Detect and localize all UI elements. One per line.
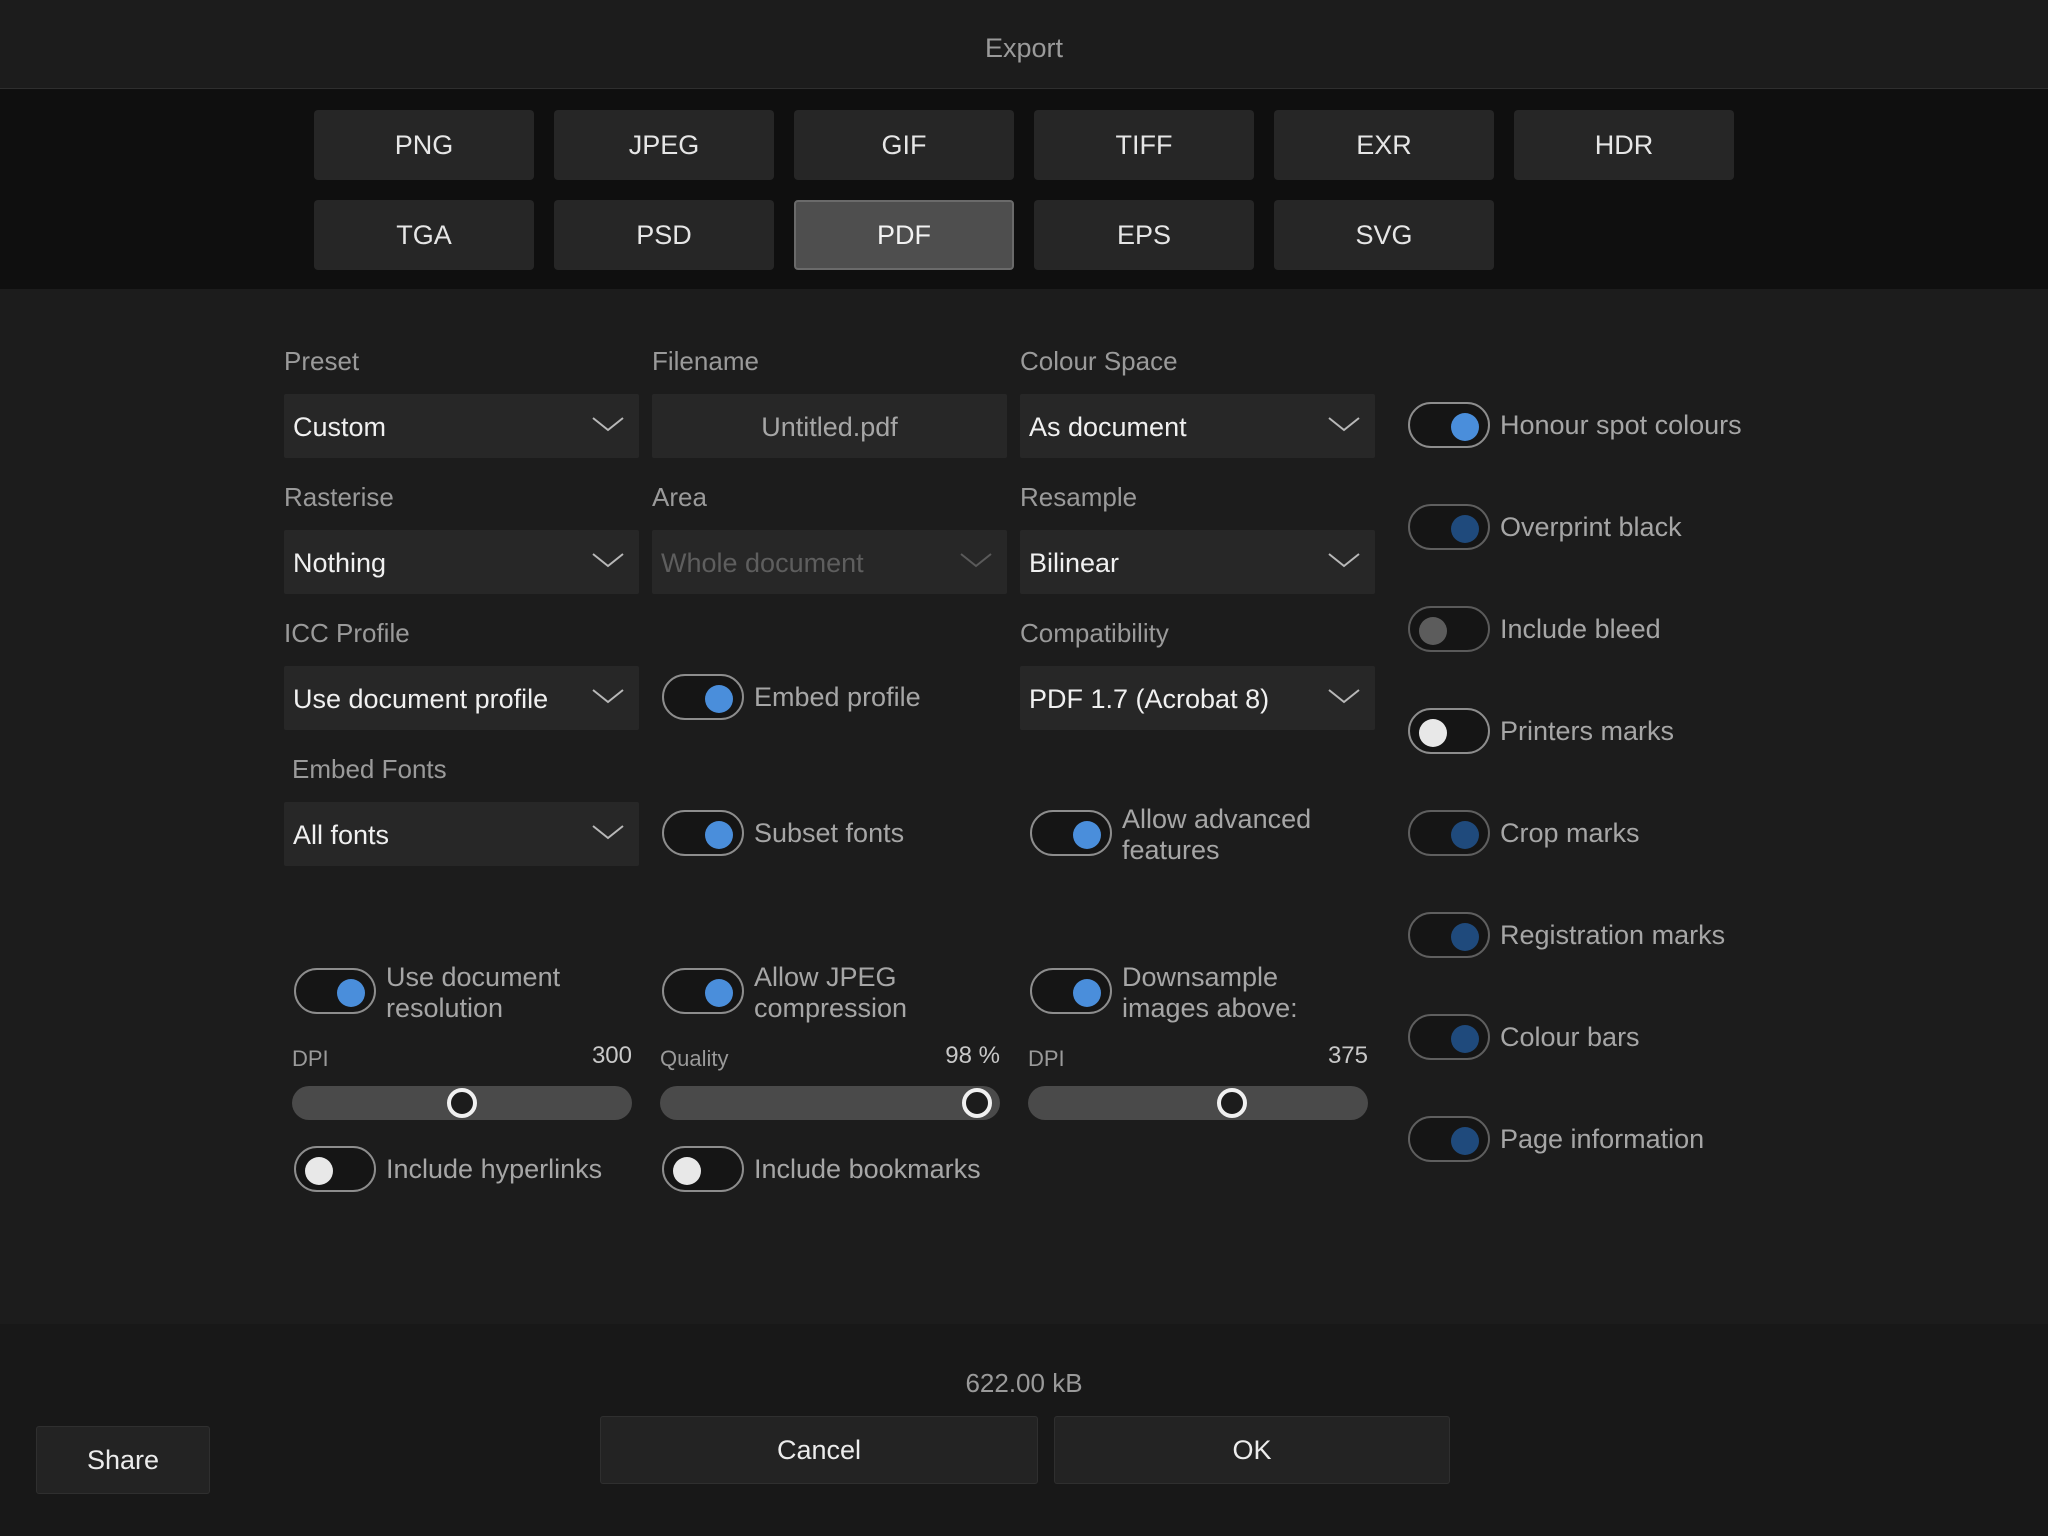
dialog-title: Export (984, 33, 1064, 63)
quality-value: 98 % (945, 1042, 1000, 1069)
overprint-black-toggle[interactable] (1408, 504, 1490, 550)
embed-fonts-value: All fonts (293, 820, 390, 850)
format-png-button[interactable]: PNG (314, 110, 534, 180)
subset-fonts-label: Subset fonts (754, 818, 905, 848)
format-gif-button[interactable]: GIF (794, 110, 1014, 180)
registration-marks-toggle[interactable] (1408, 912, 1490, 958)
downsample-dpi-label: DPI (1028, 1046, 1065, 1071)
area-value: Whole document (661, 548, 864, 578)
ok-button[interactable]: OK (1054, 1416, 1450, 1484)
downsample-dpi-slider[interactable] (1028, 1086, 1368, 1120)
downsample-images-toggle[interactable] (1030, 968, 1112, 1014)
cancel-button[interactable]: Cancel (600, 1416, 1038, 1484)
resample-value: Bilinear (1029, 548, 1120, 578)
colour-space-label: Colour Space (1020, 346, 1178, 376)
printers-marks-label: Printers marks (1500, 716, 1675, 746)
allow-jpeg-compression-toggle[interactable] (662, 968, 744, 1014)
area-label: Area (652, 482, 707, 512)
area-select: Whole document (652, 530, 1007, 594)
allow-advanced-features-label: Allow advanced features (1122, 804, 1312, 865)
icc-profile-value: Use document profile (293, 684, 549, 714)
chevron-down-icon (1328, 689, 1360, 704)
chevron-down-icon (960, 553, 992, 568)
estimated-file-size: 622.00 kB (965, 1368, 1083, 1398)
format-pdf-button[interactable]: PDF (794, 200, 1014, 270)
rasterise-select[interactable]: Nothing (284, 530, 639, 594)
dpi-label: DPI (292, 1046, 329, 1071)
rasterise-label: Rasterise (284, 482, 394, 512)
chevron-down-icon (592, 689, 624, 704)
registration-marks-label: Registration marks (1500, 920, 1726, 950)
crop-marks-toggle[interactable] (1408, 810, 1490, 856)
chevron-down-icon (592, 417, 624, 432)
dpi-value: 300 (591, 1042, 632, 1069)
colour-space-value: As document (1029, 412, 1187, 442)
colour-bars-label: Colour bars (1500, 1022, 1640, 1052)
honour-spot-colours-label: Honour spot colours (1500, 410, 1742, 440)
use-document-resolution-label: Use document resolution (386, 962, 561, 1023)
preset-value: Custom (293, 412, 387, 442)
compatibility-select[interactable]: PDF 1.7 (Acrobat 8) (1020, 666, 1375, 730)
subset-fonts-toggle[interactable] (662, 810, 744, 856)
page-information-label: Page information (1500, 1124, 1705, 1154)
crop-marks-label: Crop marks (1500, 818, 1640, 848)
dpi-slider[interactable] (292, 1086, 632, 1120)
resample-select[interactable]: Bilinear (1020, 530, 1375, 594)
icc-profile-select[interactable]: Use document profile (284, 666, 639, 730)
filename-value: Untitled.pdf (761, 412, 898, 442)
filename-label: Filename (652, 346, 759, 376)
embed-profile-label: Embed profile (754, 682, 921, 712)
use-document-resolution-toggle[interactable] (294, 968, 376, 1014)
format-eps-button[interactable]: EPS (1034, 200, 1254, 270)
colour-bars-toggle[interactable] (1408, 1014, 1490, 1060)
share-button[interactable]: Share (36, 1426, 210, 1494)
format-psd-button[interactable]: PSD (554, 200, 774, 270)
colour-space-select[interactable]: As document (1020, 394, 1375, 458)
allow-jpeg-compression-label: Allow JPEG compression (754, 962, 908, 1023)
resample-label: Resample (1020, 482, 1138, 512)
format-svg-button[interactable]: SVG (1274, 200, 1494, 270)
format-tga-button[interactable]: TGA (314, 200, 534, 270)
quality-slider[interactable] (660, 1086, 1000, 1120)
chevron-down-icon (1328, 553, 1360, 568)
slider-thumb[interactable] (1216, 1088, 1247, 1118)
include-bookmarks-toggle[interactable] (662, 1146, 744, 1192)
downsample-dpi-value: 375 (1327, 1042, 1368, 1069)
preset-label: Preset (284, 346, 360, 376)
format-tiff-button[interactable]: TIFF (1034, 110, 1254, 180)
compatibility-value: PDF 1.7 (Acrobat 8) (1029, 684, 1270, 714)
title-bar: Export (0, 0, 2048, 89)
chevron-down-icon (592, 825, 624, 840)
page-information-toggle[interactable] (1408, 1116, 1490, 1162)
include-hyperlinks-label: Include hyperlinks (386, 1154, 603, 1184)
include-bleed-label: Include bleed (1500, 614, 1661, 644)
format-jpeg-button[interactable]: JPEG (554, 110, 774, 180)
compatibility-label: Compatibility (1020, 618, 1169, 648)
format-bar: PNG JPEG GIF TIFF EXR HDR TGA PSD PDF EP… (0, 89, 2048, 289)
honour-spot-colours-toggle[interactable] (1408, 402, 1490, 448)
printers-marks-toggle[interactable] (1408, 708, 1490, 754)
format-hdr-button[interactable]: HDR (1514, 110, 1734, 180)
filename-field[interactable]: Untitled.pdf (652, 394, 1007, 458)
allow-advanced-features-toggle[interactable] (1030, 810, 1112, 856)
embed-fonts-select[interactable]: All fonts (284, 802, 639, 866)
include-bleed-toggle[interactable] (1408, 606, 1490, 652)
preset-select[interactable]: Custom (284, 394, 639, 458)
include-hyperlinks-toggle[interactable] (294, 1146, 376, 1192)
include-bookmarks-label: Include bookmarks (754, 1154, 981, 1184)
format-exr-button[interactable]: EXR (1274, 110, 1494, 180)
overprint-black-label: Overprint black (1500, 512, 1682, 542)
downsample-images-label: Downsample images above: (1122, 962, 1298, 1023)
embed-fonts-label: Embed Fonts (292, 754, 447, 784)
icc-profile-label: ICC Profile (284, 618, 410, 648)
slider-thumb[interactable] (961, 1088, 992, 1118)
chevron-down-icon (592, 553, 624, 568)
chevron-down-icon (1328, 417, 1360, 432)
quality-label: Quality (660, 1046, 729, 1071)
slider-thumb[interactable] (447, 1088, 477, 1118)
rasterise-value: Nothing (293, 548, 387, 578)
embed-profile-toggle[interactable] (662, 674, 744, 720)
